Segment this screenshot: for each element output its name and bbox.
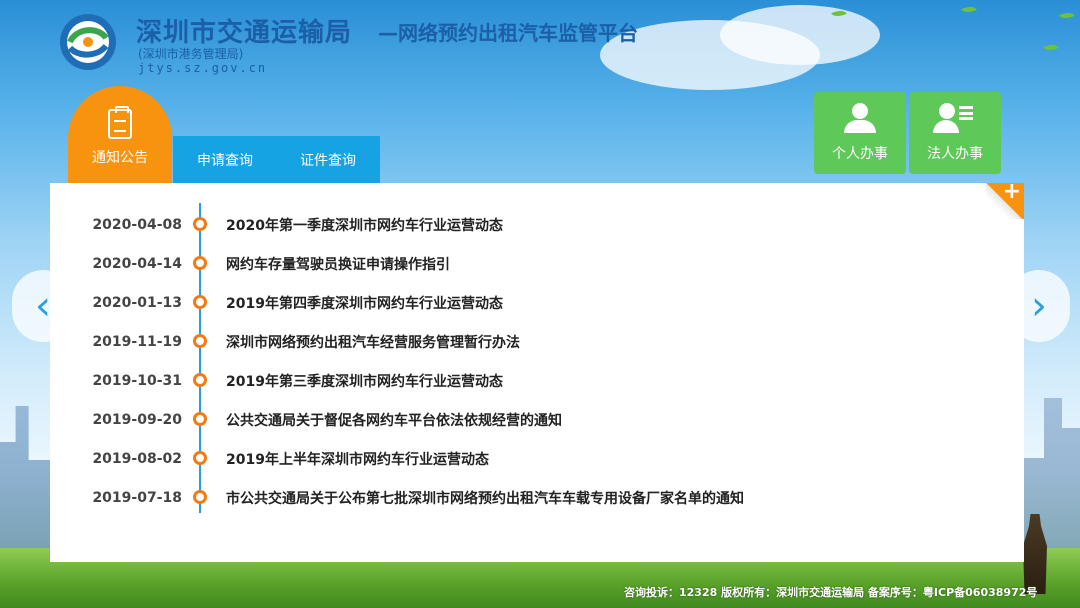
tab-certificate-query[interactable]: 证件查询 (276, 136, 380, 183)
city-skyline-decoration (0, 406, 52, 568)
news-item[interactable]: 2019-07-18 市公共交通局关于公布第七批深圳市网络预约出租汽车车载专用设… (50, 478, 1024, 517)
news-item[interactable]: 2020-04-14 网约车存量驾驶员换证申请操作指引 (50, 244, 1024, 283)
news-title-link[interactable]: 2019年第四季度深圳市网约车行业运营动态 (226, 293, 503, 313)
news-date: 2020-04-14 (92, 255, 182, 272)
chevron-right-icon: › (1031, 283, 1047, 329)
tab-notices[interactable]: 通知公告 (68, 86, 172, 183)
news-item[interactable]: 2020-04-08 2020年第一季度深圳市网约车行业运营动态 (50, 205, 1024, 244)
site-logo[interactable] (52, 10, 130, 74)
logo-icon (60, 14, 116, 70)
site-subtitle: —网络预约出租汽车监管平台 (378, 21, 638, 45)
clipboard-icon (108, 106, 132, 139)
news-item[interactable]: 2019-11-19 深圳市网络预约出租汽车经营服务管理暂行办法 (50, 322, 1024, 361)
plus-icon: + (1002, 179, 1021, 204)
service-label: 法人办事 (927, 146, 983, 162)
news-title-link[interactable]: 2019年第三季度深圳市网约车行业运营动态 (226, 371, 503, 391)
news-item[interactable]: 2020-01-13 2019年第四季度深圳市网约车行业运营动态 (50, 283, 1024, 322)
footer-text: 咨询投诉：12328 版权所有：深圳市交通运输局 备案序号：粤ICP备06038… (624, 586, 1038, 599)
news-title-link[interactable]: 公共交通局关于督促各网约车平台依法依规经营的通知 (226, 410, 562, 430)
site-sub-organization: (深圳市港务管理局) (138, 47, 244, 61)
tab-label: 申请查询 (197, 152, 253, 169)
news-item[interactable]: 2019-08-02 2019年上半年深圳市网约车行业运营动态 (50, 439, 1024, 478)
leaf-decoration (961, 3, 977, 16)
tab-application-query[interactable]: 申请查询 (173, 136, 277, 183)
timeline-dot-icon (193, 256, 207, 270)
site-title: 深圳市交通运输局 (136, 18, 353, 48)
timeline-dot-icon (193, 451, 207, 465)
corporate-services-button[interactable]: 法人办事 (909, 92, 1001, 174)
news-date: 2019-08-02 (92, 450, 182, 467)
service-label: 个人办事 (832, 146, 888, 162)
timeline-dot-icon (193, 334, 207, 348)
news-title-link[interactable]: 网约车存量驾驶员换证申请操作指引 (226, 254, 450, 274)
news-item[interactable]: 2019-10-31 2019年第三季度深圳市网约车行业运营动态 (50, 361, 1024, 400)
news-date: 2020-01-13 (92, 294, 182, 311)
timeline-dot-icon (193, 295, 207, 309)
business-person-icon (933, 103, 973, 133)
news-title-link[interactable]: 市公共交通局关于公布第七批深圳市网络预约出租汽车车载专用设备厂家名单的通知 (226, 488, 744, 508)
news-date: 2019-11-19 (92, 333, 182, 350)
tab-label: 证件查询 (300, 152, 356, 169)
timeline-dot-icon (193, 217, 207, 231)
news-date: 2019-07-18 (92, 489, 182, 506)
notice-panel: + 2020-04-08 2020年第一季度深圳市网约车行业运营动态 2020-… (50, 179, 1024, 562)
news-date: 2020-04-08 (92, 216, 182, 233)
leaf-decoration (1043, 41, 1059, 54)
leaf-decoration (1059, 9, 1075, 22)
news-date: 2019-09-20 (92, 411, 182, 428)
news-item[interactable]: 2019-09-20 公共交通局关于督促各网约车平台依法依规经营的通知 (50, 400, 1024, 439)
timeline-dot-icon (193, 373, 207, 387)
news-title-link[interactable]: 深圳市网络预约出租汽车经营服务管理暂行办法 (226, 332, 520, 352)
news-date: 2019-10-31 (92, 372, 182, 389)
news-title-link[interactable]: 2020年第一季度深圳市网约车行业运营动态 (226, 215, 503, 235)
site-url: jtys.sz.gov.cn (138, 61, 268, 75)
cloud-decoration (720, 5, 880, 65)
person-icon (842, 103, 878, 133)
chevron-left-icon: ‹ (35, 283, 51, 329)
tab-label: 通知公告 (92, 150, 148, 166)
news-title-link[interactable]: 2019年上半年深圳市网约车行业运营动态 (226, 449, 489, 469)
personal-services-button[interactable]: 个人办事 (814, 92, 906, 174)
timeline-dot-icon (193, 412, 207, 426)
timeline-dot-icon (193, 490, 207, 504)
news-list: 2020-04-08 2020年第一季度深圳市网约车行业运营动态 2020-04… (50, 205, 1024, 517)
